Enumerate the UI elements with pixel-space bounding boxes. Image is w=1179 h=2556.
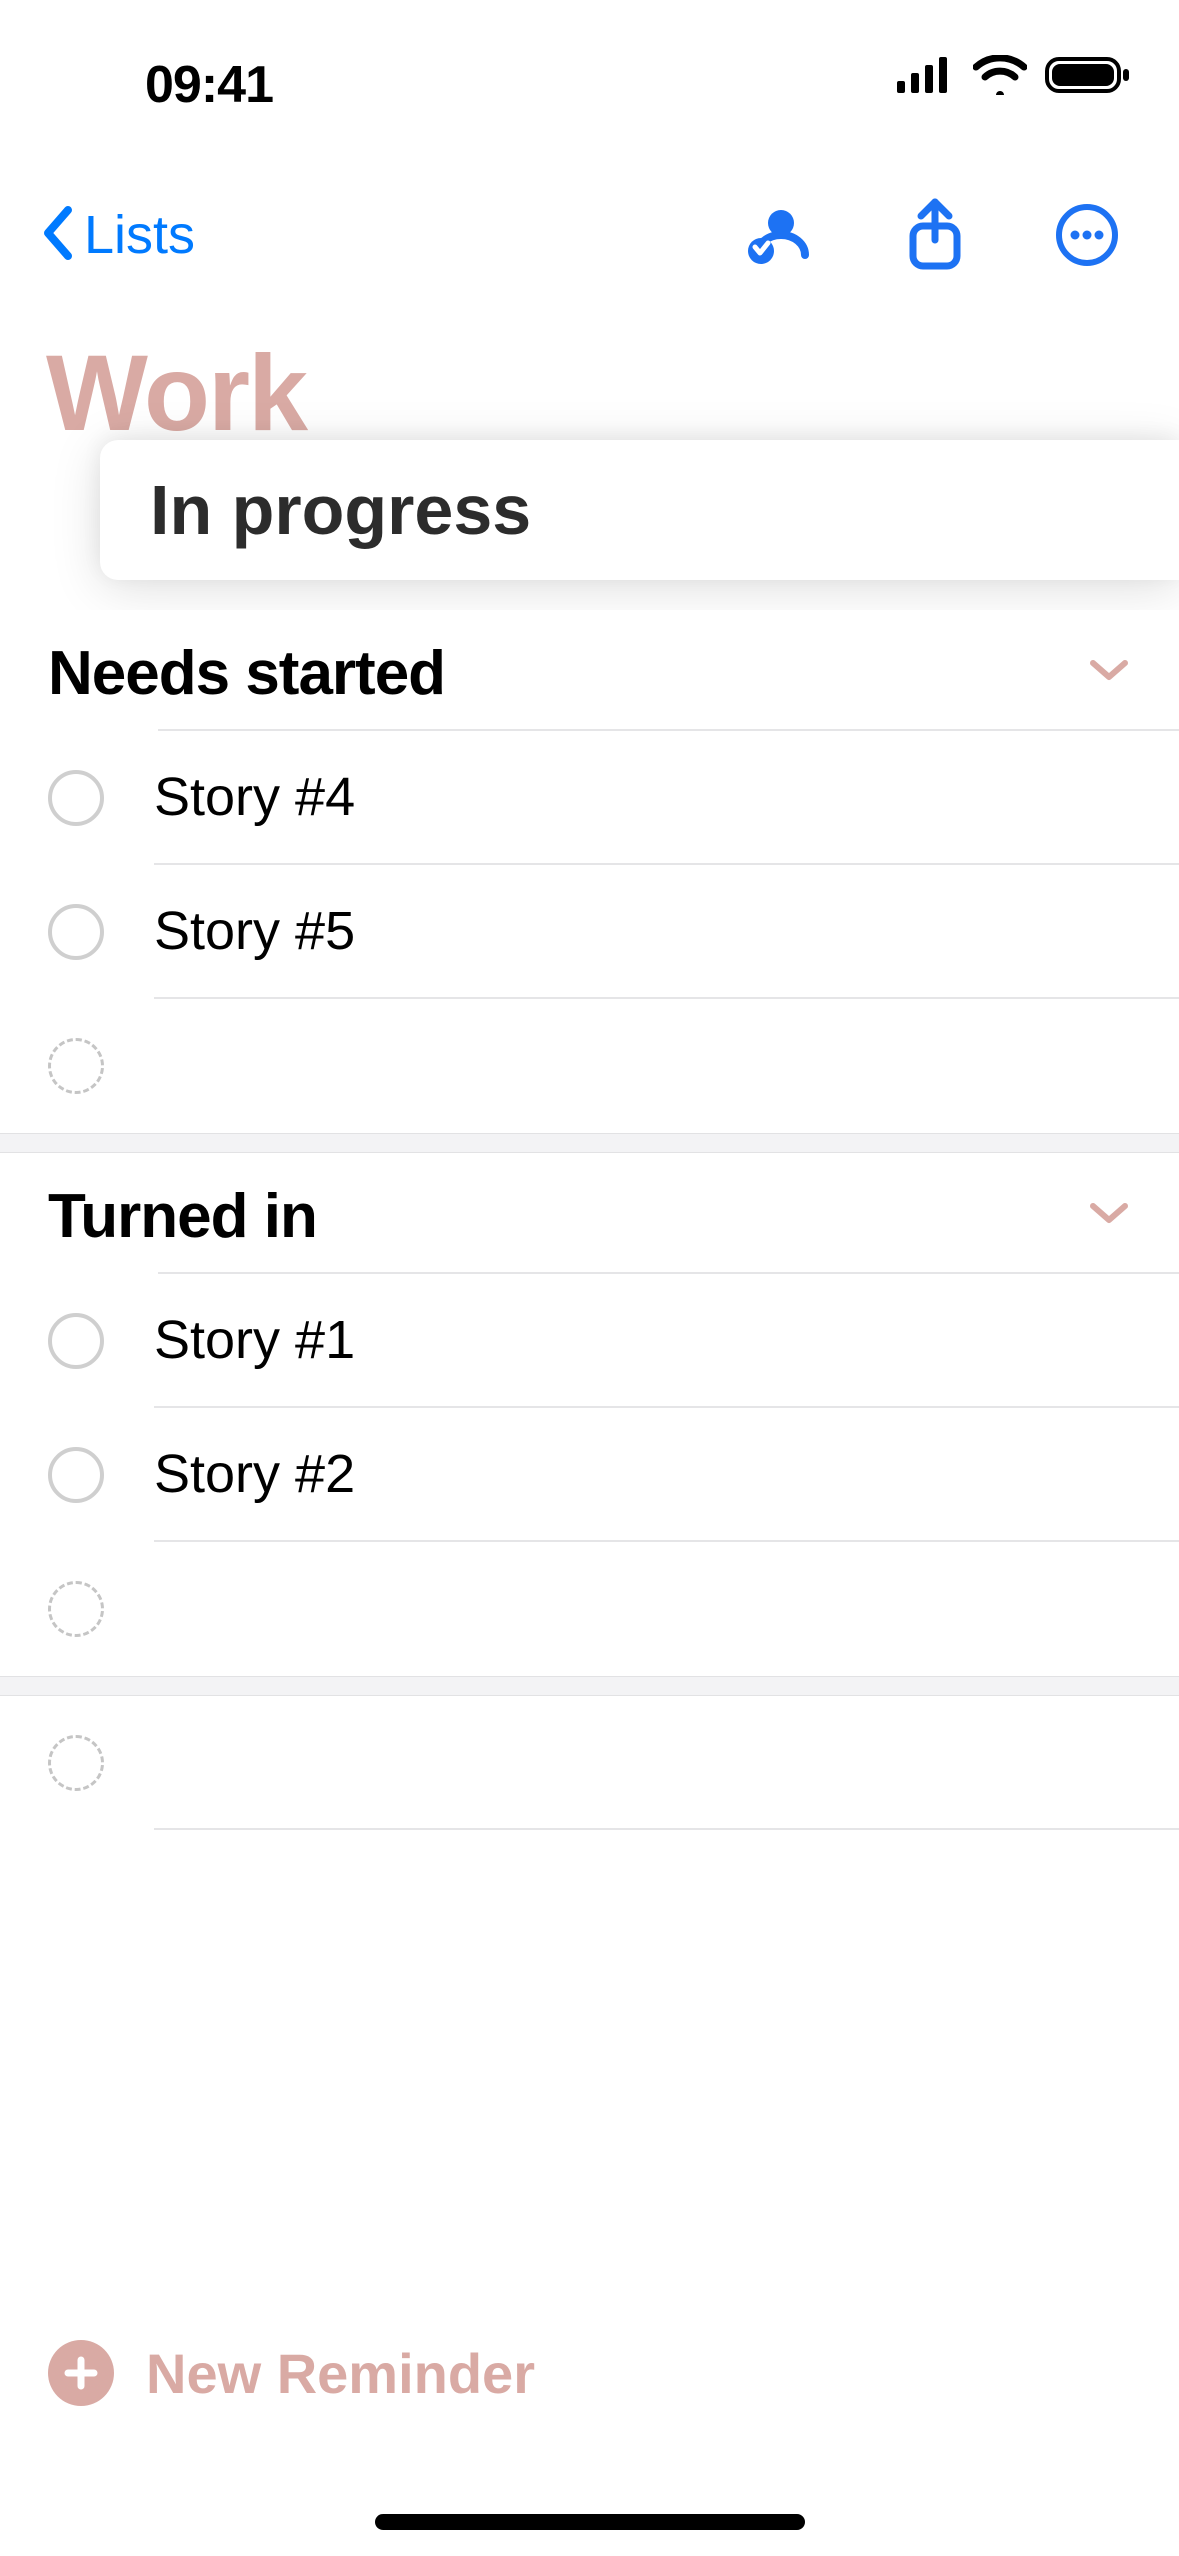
home-indicator[interactable] xyxy=(375,2514,805,2530)
add-reminder-placeholder[interactable] xyxy=(0,1542,1179,1676)
add-reminder-placeholder[interactable] xyxy=(0,1696,1179,1830)
section-separator xyxy=(0,1676,1179,1696)
new-reminder-label: New Reminder xyxy=(146,2341,535,2406)
add-reminder-placeholder[interactable] xyxy=(0,999,1179,1133)
unsectioned-area xyxy=(0,1696,1179,1830)
status-bar: 09:41 xyxy=(0,0,1179,140)
more-icon[interactable] xyxy=(1055,203,1119,267)
add-circle-icon xyxy=(48,1735,104,1791)
reminder-title: Story #1 xyxy=(154,1309,355,1371)
checkbox-circle[interactable] xyxy=(48,770,104,826)
section-needs-started: Needs started Story #4 Story #5 xyxy=(0,610,1179,1133)
back-label: Lists xyxy=(84,204,195,266)
active-column-label: In progress xyxy=(150,470,531,550)
section-title: Turned in xyxy=(48,1181,317,1252)
plus-circle-icon xyxy=(48,2340,114,2406)
status-icons xyxy=(897,55,1131,100)
section-title: Needs started xyxy=(48,638,445,709)
chevron-left-icon xyxy=(40,204,76,267)
new-reminder-button[interactable]: New Reminder xyxy=(48,2340,535,2406)
section-separator xyxy=(0,1133,1179,1153)
chevron-down-icon[interactable] xyxy=(1087,657,1131,690)
nav-bar: Lists xyxy=(0,175,1179,295)
status-time: 09:41 xyxy=(145,55,273,115)
reminder-title: Story #5 xyxy=(154,900,355,962)
back-button[interactable]: Lists xyxy=(40,204,195,267)
reminder-title: Story #4 xyxy=(154,766,355,828)
reminder-title: Story #2 xyxy=(154,1443,355,1505)
wifi-icon xyxy=(973,55,1027,100)
checkbox-circle[interactable] xyxy=(48,904,104,960)
collaborate-icon[interactable] xyxy=(743,203,815,267)
checkbox-circle[interactable] xyxy=(48,1313,104,1369)
cellular-icon xyxy=(897,57,955,98)
share-icon[interactable] xyxy=(905,198,965,272)
checkbox-circle[interactable] xyxy=(48,1447,104,1503)
reminder-item[interactable]: Story #1 xyxy=(0,1274,1179,1408)
section-turned-in: Turned in Story #1 Story #2 xyxy=(0,1153,1179,1676)
battery-icon xyxy=(1045,55,1131,100)
chevron-down-icon[interactable] xyxy=(1087,1200,1131,1233)
reminder-item[interactable]: Story #4 xyxy=(0,731,1179,865)
list-title: Work xyxy=(46,330,306,455)
active-column-card[interactable]: In progress xyxy=(100,440,1179,580)
reminder-item[interactable]: Story #2 xyxy=(0,1408,1179,1542)
add-circle-icon xyxy=(48,1581,104,1637)
reminder-item[interactable]: Story #5 xyxy=(0,865,1179,999)
add-circle-icon xyxy=(48,1038,104,1094)
